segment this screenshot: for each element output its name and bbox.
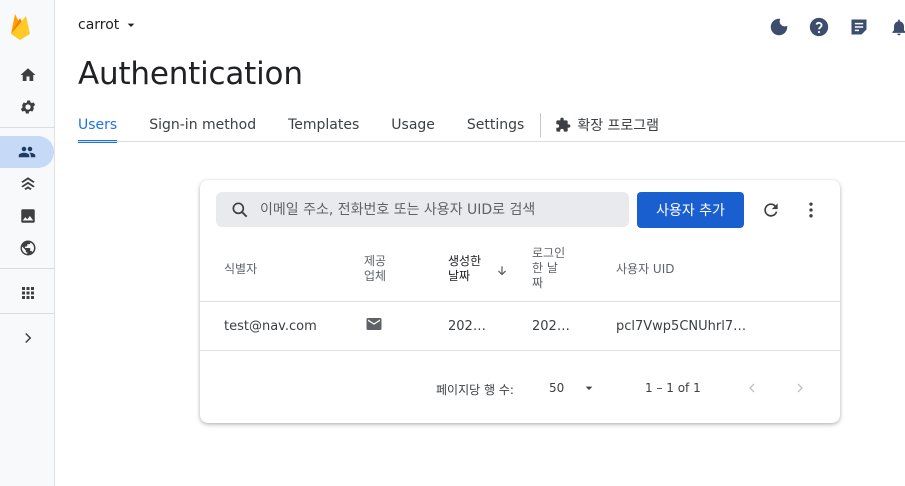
dark-mode-button[interactable] — [767, 15, 791, 39]
cell-created: 202… — [448, 319, 486, 334]
tab-usage[interactable]: Usage — [391, 108, 435, 142]
tab-bar: Users Sign-in method Templates Usage Set… — [78, 108, 659, 143]
bell-icon — [892, 19, 905, 36]
rail-settings-button[interactable] — [0, 91, 55, 123]
home-icon — [20, 68, 35, 81]
chevron-right-icon — [24, 332, 31, 344]
previous-page-button[interactable] — [740, 376, 764, 400]
column-signed-in[interactable]: 로그인 한 날 짜 — [532, 246, 565, 291]
tab-templates[interactable]: Templates — [288, 108, 359, 142]
caret-down-icon — [127, 23, 135, 27]
moon-icon — [770, 18, 788, 36]
rail-hosting-button[interactable] — [0, 168, 55, 200]
column-user-uid[interactable]: 사용자 UID — [616, 262, 675, 277]
rail-divider — [0, 268, 54, 269]
pagination: 페이지당 행 수: 50 1 – 1 of 1 — [200, 352, 840, 423]
notes-icon — [851, 19, 867, 35]
more-options-button[interactable] — [799, 198, 823, 222]
email-icon — [366, 318, 382, 330]
notifications-button[interactable] — [887, 15, 905, 39]
column-signed-in-line: 로그인 — [532, 246, 566, 260]
rail-divider — [0, 127, 54, 128]
people-icon — [18, 146, 36, 158]
caret-down-icon — [585, 386, 593, 390]
firebase-logo[interactable] — [8, 12, 34, 42]
extension-icon — [556, 117, 571, 132]
add-user-button[interactable]: 사용자 추가 — [637, 192, 744, 228]
rail-all-products-button[interactable] — [0, 277, 55, 309]
column-provider-line: 업체 — [364, 269, 387, 283]
tab-extensions-label: 확장 프로그램 — [577, 118, 660, 134]
search-input[interactable] — [260, 201, 620, 218]
rail-hosting-globe-button[interactable] — [0, 232, 55, 264]
column-created-line: 날짜 — [448, 269, 471, 283]
tab-divider — [540, 113, 542, 137]
chevron-right-icon — [797, 383, 803, 393]
tabs-underline — [78, 141, 905, 142]
pagination-range: 1 – 1 of 1 — [645, 381, 701, 395]
column-provider[interactable]: 제공 업체 — [364, 254, 386, 284]
project-name: carrot — [78, 17, 120, 33]
project-selector[interactable]: carrot — [78, 17, 139, 33]
sort-descending-icon[interactable] — [495, 263, 509, 279]
table-row[interactable]: test@nav.com 202… 202… pcl7Vwp5CNUhrl7… — [200, 303, 840, 351]
column-provider-line: 제공 — [364, 254, 387, 268]
search-icon — [232, 202, 248, 217]
column-signed-in-line: 짜 — [532, 276, 544, 290]
column-signed-in-line: 한 날 — [532, 261, 558, 275]
tab-extensions[interactable]: 확장 프로그램 — [555, 115, 659, 135]
refresh-button[interactable] — [759, 198, 783, 222]
globe-icon — [20, 240, 35, 256]
column-created-line: 생성한 — [448, 254, 482, 268]
rail-authentication-button[interactable] — [0, 136, 54, 168]
column-identifier[interactable]: 식별자 — [224, 262, 257, 277]
tab-settings[interactable]: Settings — [467, 108, 524, 142]
cell-signed-in: 202… — [532, 319, 570, 334]
release-notes-button[interactable] — [847, 15, 871, 39]
users-table-card: 사용자 추가 식별자 제공 업체 생성한 날짜 로그인 한 날 짜 사용자 UI… — [200, 180, 840, 423]
help-button[interactable] — [807, 15, 831, 39]
more-vert-icon — [809, 202, 813, 218]
column-created[interactable]: 생성한 날짜 — [448, 254, 481, 284]
cell-user-uid: pcl7Vwp5CNUhrl7… — [616, 319, 747, 334]
left-rail — [0, 0, 55, 486]
hosting-icon — [20, 177, 35, 190]
apps-grid-icon — [21, 287, 34, 299]
gear-icon — [20, 100, 35, 114]
rows-per-page-select[interactable]: 50 — [549, 376, 597, 400]
tab-sign-in-method[interactable]: Sign-in method — [149, 108, 256, 142]
rail-home-button[interactable] — [0, 59, 55, 91]
search-box — [216, 192, 629, 227]
page-title: Authentication — [78, 56, 303, 92]
image-icon — [20, 209, 35, 223]
rows-per-page-value: 50 — [549, 381, 565, 395]
top-actions — [767, 15, 905, 39]
tab-users[interactable]: Users — [78, 108, 118, 143]
refresh-icon — [764, 203, 778, 217]
rail-expand-button[interactable] — [0, 322, 55, 354]
table-header: 식별자 제공 업체 생성한 날짜 로그인 한 날 짜 사용자 UID — [200, 242, 840, 302]
rail-divider — [0, 313, 54, 314]
help-icon — [809, 17, 829, 37]
rail-storage-button[interactable] — [0, 200, 55, 232]
cell-identifier: test@nav.com — [224, 319, 317, 334]
rows-per-page-label: 페이지당 행 수: — [436, 383, 514, 397]
chevron-left-icon — [749, 383, 755, 393]
next-page-button[interactable] — [788, 376, 812, 400]
